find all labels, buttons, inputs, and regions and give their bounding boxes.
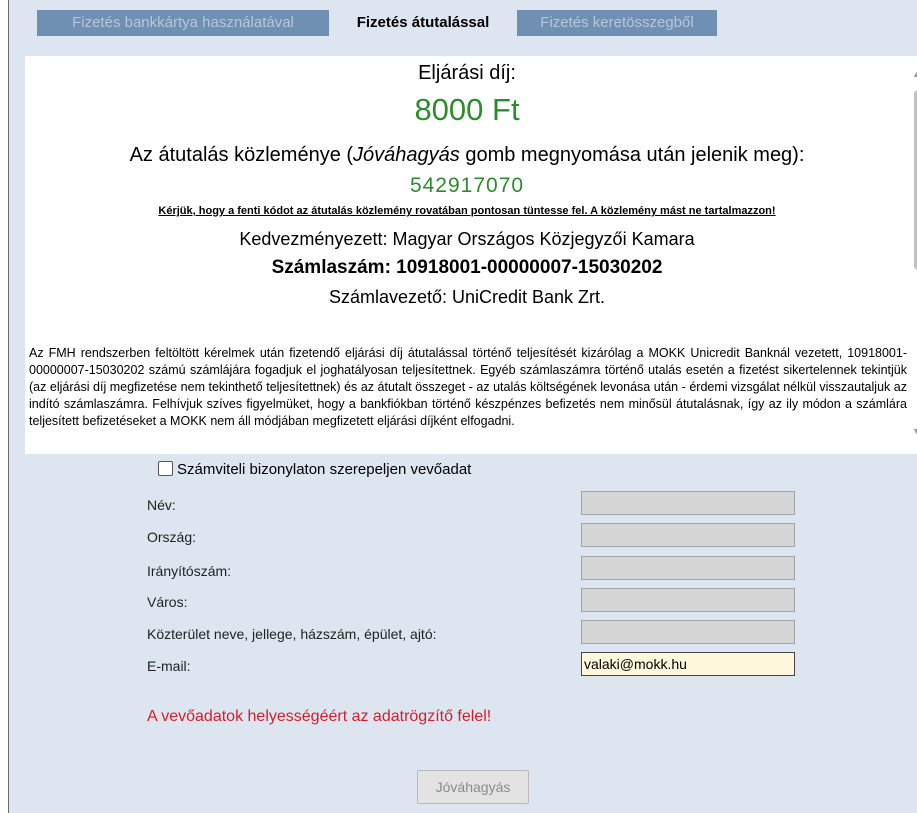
reference-title-button-name: Jóváhagyás [353, 144, 460, 166]
payment-description: Az FMH rendszerben feltöltött kérelmek u… [29, 346, 907, 428]
email-label: E-mail: [147, 658, 191, 674]
country-field[interactable] [581, 523, 795, 547]
tab-limit-payment[interactable]: Fizetés keretösszegből [517, 10, 717, 36]
account-number: Számlaszám: 10918001-00000007-15030202 [271, 257, 663, 278]
postal-code-field[interactable] [581, 556, 795, 580]
address-field[interactable] [581, 620, 795, 644]
payment-panel: Fizetés bankkártya használatával Fizetés… [9, 0, 917, 813]
fee-amount: 8000 Ft [414, 92, 520, 127]
name-field[interactable] [581, 491, 795, 515]
name-label: Név: [147, 497, 176, 513]
confirm-button[interactable]: Jóváhagyás [417, 770, 529, 804]
buyer-data-warning: A vevőadatok helyességéért az adatrögzít… [147, 708, 492, 725]
address-label: Közterület neve, jellege, házszám, épüle… [147, 626, 437, 642]
reference-title: Az átutalás közleménye (Jóváhagyás gomb … [25, 144, 909, 167]
buyer-data-checkbox-label: Számviteli bizonylaton szerepeljen vevőa… [177, 461, 472, 478]
reference-note: Kérjük, hogy a fenti kódot az átutalás k… [158, 205, 776, 217]
vertical-scrollbar[interactable]: ▲ ▼ [909, 56, 917, 454]
account-bank: Számlavezető: UniCredit Bank Zrt. [328, 287, 606, 307]
tab-card-payment[interactable]: Fizetés bankkártya használatával [37, 10, 329, 36]
reference-title-suffix: gomb megnyomása után jelenik meg): [459, 144, 805, 166]
tab-transfer-payment[interactable]: Fizetés átutalással [333, 10, 513, 36]
country-label: Ország: [147, 529, 197, 545]
city-label: Város: [147, 594, 188, 610]
email-field[interactable]: valaki@mokk.hu [581, 652, 795, 676]
city-field[interactable] [581, 588, 795, 612]
fee-title: Eljárási díj: [418, 62, 516, 84]
buyer-data-checkbox-row[interactable]: Számviteli bizonylaton szerepeljen vevőa… [158, 461, 471, 478]
scroll-up-icon[interactable]: ▲ [912, 69, 917, 79]
buyer-data-checkbox[interactable] [158, 461, 173, 476]
reference-code: 542917070 [409, 174, 525, 197]
beneficiary: Kedvezményezett: Magyar Országos Közjegy… [239, 229, 695, 249]
reference-title-prefix: Az átutalás közleménye ( [129, 144, 354, 166]
postal-code-label: Irányítószám: [147, 563, 232, 579]
scroll-down-icon[interactable]: ▼ [912, 426, 917, 436]
payment-info-scrollbox[interactable]: Eljárási díj: 8000 Ft Az átutalás közlem… [25, 56, 917, 454]
